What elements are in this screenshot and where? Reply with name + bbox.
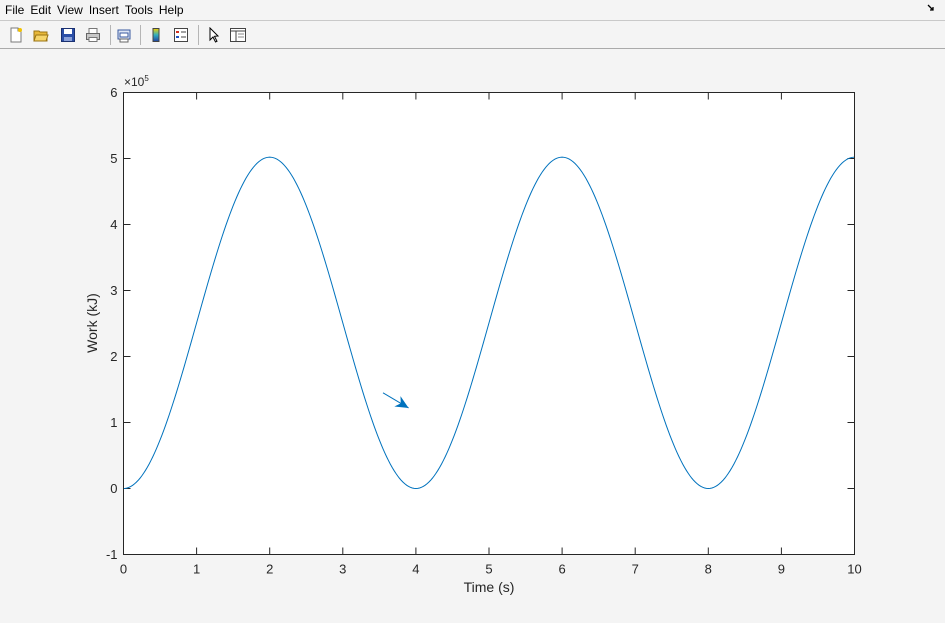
x-tick-label: 1 <box>193 562 200 577</box>
menu-view[interactable]: View <box>54 0 86 20</box>
menu-file[interactable]: File <box>0 0 27 20</box>
insert-colorbar-icon[interactable] <box>146 25 166 45</box>
x-tick-labels: 0 1 2 3 4 5 6 7 8 9 10 <box>120 562 862 577</box>
print-icon[interactable] <box>83 25 103 45</box>
x-tick-label: 0 <box>120 562 127 577</box>
y-axis-label: Work (kJ) <box>84 293 100 353</box>
y-tick-labels: -1 0 1 2 3 4 5 6 <box>106 85 118 562</box>
menu-help[interactable]: Help <box>156 0 187 20</box>
toolbar-separator <box>110 25 111 45</box>
menu-tools[interactable]: Tools <box>122 0 156 20</box>
x-axis-label: Time (s) <box>464 579 515 595</box>
exponent-label: ×105 <box>124 74 149 89</box>
exponent-power: 5 <box>144 74 149 83</box>
new-figure-icon[interactable] <box>6 25 26 45</box>
toolbar-separator <box>198 25 199 45</box>
y-tick-label: 4 <box>110 217 117 232</box>
x-tick-label: 3 <box>339 562 346 577</box>
menu-edit[interactable]: Edit <box>27 0 54 20</box>
show-plot-tools-icon[interactable] <box>228 25 248 45</box>
x-tick-label: 8 <box>705 562 712 577</box>
x-tick-label: 5 <box>485 562 492 577</box>
x-tick-label: 6 <box>558 562 565 577</box>
x-tick-label: 2 <box>266 562 273 577</box>
open-file-icon[interactable] <box>31 25 51 45</box>
x-tick-label: 4 <box>412 562 419 577</box>
figure-canvas: 0 1 2 3 4 5 6 7 8 9 10 -1 0 1 2 3 4 5 6 ×105 Time (s) Wor… <box>0 49 945 618</box>
undock-arrow-icon[interactable] <box>927 2 937 16</box>
edit-plot-arrow-icon[interactable] <box>203 25 223 45</box>
y-tick-label: -1 <box>106 547 118 562</box>
insert-legend-icon[interactable] <box>171 25 191 45</box>
figure-toolbar <box>0 21 945 49</box>
x-tick-label: 10 <box>847 562 861 577</box>
save-icon[interactable] <box>58 25 78 45</box>
print-preview-icon[interactable] <box>114 25 134 45</box>
x-tick-label: 7 <box>632 562 639 577</box>
menu-insert[interactable]: Insert <box>86 0 122 20</box>
menu-bar: File Edit View Insert Tools Help <box>0 0 945 21</box>
y-tick-label: 3 <box>110 283 117 298</box>
plot-svg: 0 1 2 3 4 5 6 7 8 9 10 -10123456 ×105 Time (s) Wor… <box>84 74 862 595</box>
y-tick-label: 5 <box>110 151 117 166</box>
y-tick-label: 6 <box>110 85 117 100</box>
y-tick-label: 0 <box>110 481 117 496</box>
y-tick-label: 2 <box>110 349 117 364</box>
y-tick-label: 1 <box>110 415 117 430</box>
x-tick-label: 9 <box>778 562 785 577</box>
toolbar-separator <box>140 25 141 45</box>
